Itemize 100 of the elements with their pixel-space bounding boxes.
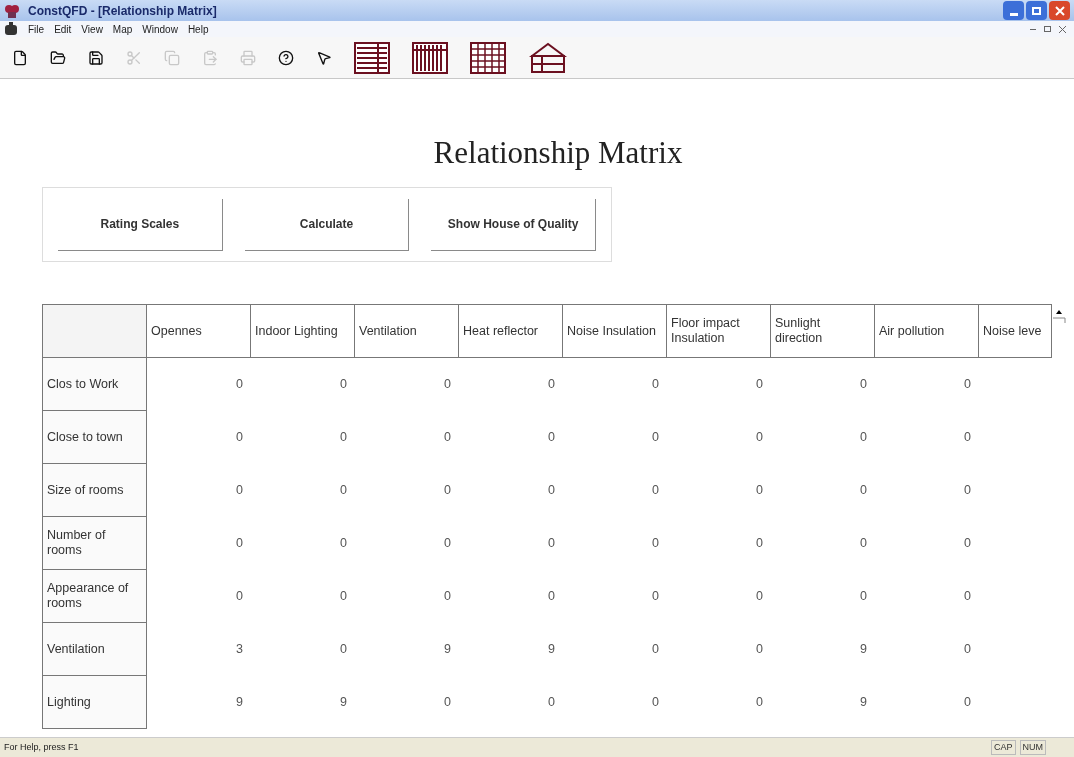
new-document-icon bbox=[12, 49, 28, 66]
table-cell-text: 0 bbox=[340, 429, 347, 447]
minimize-icon[interactable] bbox=[1030, 28, 1036, 30]
table-cell-text: 3 bbox=[236, 641, 243, 659]
restore-button[interactable] bbox=[1026, 1, 1047, 20]
page-heading: Relationship Matrix bbox=[432, 137, 684, 168]
table-cell-text: 9 bbox=[548, 641, 555, 659]
help-icon bbox=[278, 49, 294, 66]
column-grid-icon bbox=[412, 41, 448, 74]
toolbar-button[interactable] bbox=[354, 41, 390, 74]
column-header: Noise leve bbox=[979, 305, 1052, 358]
table-cell-text: 9 bbox=[340, 694, 347, 712]
menu-item[interactable]: View bbox=[81, 21, 103, 37]
table-cell-text: 0 bbox=[652, 376, 659, 394]
table-cell-text: 0 bbox=[652, 588, 659, 606]
open-folder-icon bbox=[50, 49, 66, 66]
table-cell-text: 0 bbox=[236, 482, 243, 500]
table-cell-text: 0 bbox=[964, 641, 971, 659]
column-header: Opennes bbox=[147, 305, 251, 358]
restore-icon bbox=[1032, 6, 1041, 15]
table-cell-text: 0 bbox=[548, 588, 555, 606]
row-header: Size of rooms bbox=[43, 464, 147, 517]
table-cell-text: 9 bbox=[236, 694, 243, 712]
copy-icon bbox=[164, 49, 180, 66]
toolbar-button[interactable] bbox=[412, 41, 448, 74]
table-cell-text: 0 bbox=[756, 694, 763, 712]
row-header: Close to town bbox=[43, 411, 147, 464]
row-header: Clos to Work bbox=[43, 358, 147, 411]
action-button[interactable]: Calculate bbox=[244, 198, 410, 251]
table-cell-text: 0 bbox=[444, 482, 451, 500]
document-icon bbox=[4, 22, 18, 36]
house-of-quality-icon bbox=[528, 41, 568, 74]
table-cell-text: 0 bbox=[340, 641, 347, 659]
column-header: Sunlight direction bbox=[771, 305, 875, 358]
table-cell-text: 0 bbox=[756, 482, 763, 500]
table-cell-text: 0 bbox=[444, 429, 451, 447]
close-icon[interactable] bbox=[1059, 25, 1066, 33]
close-button[interactable] bbox=[1049, 1, 1070, 20]
row-header: Ventilation bbox=[43, 623, 147, 676]
table-cell-text: 0 bbox=[548, 694, 555, 712]
table-cell-text: 0 bbox=[340, 535, 347, 553]
table-cell-text: 0 bbox=[652, 535, 659, 553]
table-cell-text: 0 bbox=[860, 535, 867, 553]
table-cell-text: 0 bbox=[860, 588, 867, 606]
table-cell-text: 0 bbox=[236, 535, 243, 553]
table-cell-text: 0 bbox=[756, 376, 763, 394]
table-cell-text: 0 bbox=[444, 376, 451, 394]
menu-item[interactable]: File bbox=[28, 21, 45, 37]
save-icon bbox=[88, 49, 104, 66]
paste-icon bbox=[202, 49, 218, 66]
status-indicator: CAP bbox=[991, 739, 1016, 756]
table-cell-text: 0 bbox=[340, 588, 347, 606]
table-cell-text: 0 bbox=[444, 694, 451, 712]
toolbar-button[interactable] bbox=[470, 41, 506, 74]
column-header: Ventilation bbox=[355, 305, 459, 358]
toolbar-button[interactable] bbox=[528, 41, 568, 74]
menu-item[interactable]: Map bbox=[112, 21, 133, 37]
pointer-help-icon bbox=[316, 49, 332, 66]
table-cell-text: 0 bbox=[964, 482, 971, 500]
table-cell-text: 0 bbox=[964, 429, 971, 447]
table-cell-text: 9 bbox=[860, 694, 867, 712]
toolbar-button[interactable] bbox=[50, 49, 66, 66]
toolbar-button[interactable] bbox=[316, 49, 332, 66]
menu-item[interactable]: Window bbox=[142, 21, 178, 37]
table-cell-text: 0 bbox=[548, 376, 555, 394]
table-cell-text: 0 bbox=[756, 535, 763, 553]
table-cell-text: 0 bbox=[444, 588, 451, 606]
table-cell-text: 0 bbox=[652, 429, 659, 447]
table-cell-text: 0 bbox=[652, 482, 659, 500]
table-cell-text: 0 bbox=[548, 482, 555, 500]
menu-item[interactable]: Help bbox=[187, 21, 209, 37]
table-cell-text: 0 bbox=[340, 482, 347, 500]
minimize-button[interactable] bbox=[1003, 1, 1024, 20]
restore-icon[interactable] bbox=[1044, 26, 1051, 32]
table-cell-text: 0 bbox=[964, 535, 971, 553]
cut-icon bbox=[126, 49, 142, 66]
action-button[interactable]: Show House of Quality bbox=[431, 198, 596, 251]
table-cell-text: 0 bbox=[756, 641, 763, 659]
table-cell-text: 0 bbox=[548, 429, 555, 447]
toolbar-button[interactable] bbox=[12, 49, 28, 66]
toolbar-button[interactable] bbox=[88, 49, 104, 66]
column-header: Floor impact Insulation bbox=[667, 305, 771, 358]
table-cell-text: 0 bbox=[860, 376, 867, 394]
table-cell-text: 0 bbox=[964, 694, 971, 712]
row-grid-icon bbox=[354, 41, 390, 74]
table-cell-text: 0 bbox=[236, 588, 243, 606]
table-cell-text: 0 bbox=[652, 694, 659, 712]
action-button[interactable]: Rating Scales bbox=[58, 198, 223, 251]
menu-item[interactable]: Edit bbox=[54, 21, 72, 37]
table-cell-text: 9 bbox=[444, 641, 451, 659]
table-cell-text: 0 bbox=[652, 641, 659, 659]
table-cell-text: 0 bbox=[756, 429, 763, 447]
column-header: Indoor Lighting bbox=[251, 305, 355, 358]
row-header: Number of rooms bbox=[43, 517, 147, 570]
table-cell-text: 0 bbox=[236, 376, 243, 394]
toolbar-button[interactable] bbox=[278, 49, 294, 66]
row-header: Appearance of rooms bbox=[43, 570, 147, 623]
table-cell-text: 0 bbox=[860, 429, 867, 447]
grid-icon bbox=[470, 41, 506, 74]
table-cell-text: 0 bbox=[444, 535, 451, 553]
